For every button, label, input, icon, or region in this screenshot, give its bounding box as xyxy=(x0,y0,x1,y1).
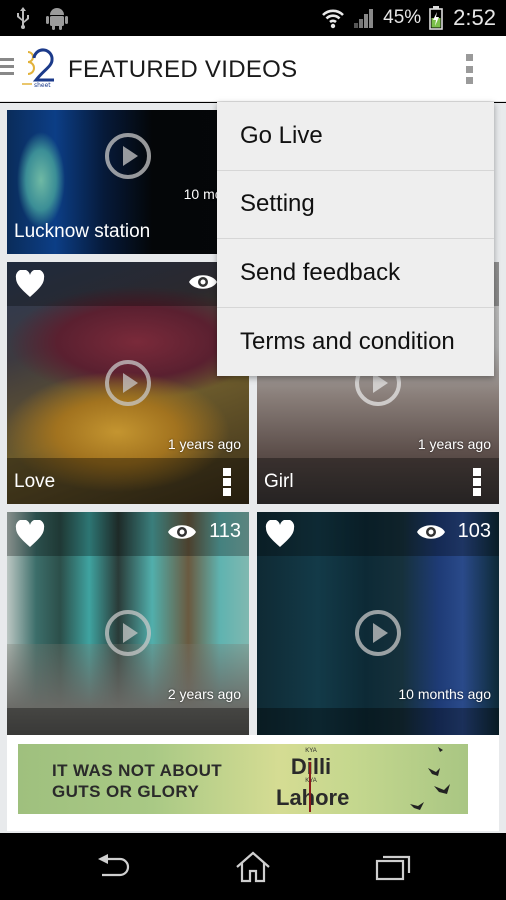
ad-movie-logo: KYA Dilli KYA Lahore xyxy=(276,748,350,812)
view-count: 103 xyxy=(416,520,491,543)
app-logo[interactable]: sheet xyxy=(18,48,62,92)
play-icon[interactable] xyxy=(354,609,402,657)
video-card[interactable]: 113 2 years ago Dfd xyxy=(7,512,249,754)
video-title: Girl xyxy=(264,471,294,492)
status-bar: 45% 2:52 xyxy=(0,0,506,36)
view-count-value: 103 xyxy=(457,520,491,542)
eye-icon xyxy=(416,524,445,539)
heart-icon[interactable] xyxy=(265,520,295,548)
play-icon[interactable] xyxy=(104,609,152,657)
ad-banner[interactable]: IT WAS NOT ABOUT GUTS OR GLORY KYA Dilli… xyxy=(18,744,468,814)
video-title: Love xyxy=(14,471,56,492)
android-icon xyxy=(46,8,68,30)
back-icon[interactable] xyxy=(94,851,134,883)
overflow-menu-icon xyxy=(465,54,473,61)
video-card[interactable]: 1 1 years ago Love xyxy=(7,262,249,504)
menu-item-go-live[interactable]: Go Live xyxy=(217,102,494,171)
wifi-icon xyxy=(322,9,345,29)
video-options-button[interactable] xyxy=(473,468,481,496)
video-age: 10 months ago xyxy=(398,686,491,702)
ad-tagline: IT WAS NOT ABOUT GUTS OR GLORY xyxy=(52,761,223,801)
video-title: Lucknow station xyxy=(14,221,151,242)
hamburger-icon[interactable] xyxy=(0,58,14,78)
video-card[interactable]: 10 months Lucknow station xyxy=(7,110,249,254)
view-count-value: 113 xyxy=(209,520,241,542)
play-icon[interactable] xyxy=(104,132,152,180)
page-title: FEATURED VIDEOS xyxy=(68,56,298,83)
birds-graphic xyxy=(410,747,450,810)
home-icon[interactable] xyxy=(233,851,273,883)
battery-charging-icon xyxy=(429,6,443,30)
recents-icon[interactable] xyxy=(374,851,414,883)
video-age: 1 years ago xyxy=(417,436,491,452)
video-card[interactable]: 103 10 months ago Lucknow xyxy=(257,512,499,754)
overflow-popup-menu: Go Live Setting Send feedback Terms and … xyxy=(217,102,494,376)
eye-icon xyxy=(168,524,197,539)
menu-item-setting[interactable]: Setting xyxy=(217,171,494,239)
eye-icon xyxy=(188,274,217,289)
signal-icon xyxy=(354,9,374,28)
system-nav-bar xyxy=(0,833,506,900)
clock: 2:52 xyxy=(453,5,496,30)
overflow-menu-button[interactable] xyxy=(462,54,476,84)
usb-icon xyxy=(17,7,29,29)
view-count: 113 xyxy=(167,520,241,543)
video-age: 1 years ago xyxy=(167,436,241,452)
video-options-button[interactable] xyxy=(223,468,231,496)
menu-item-send-feedback[interactable]: Send feedback xyxy=(217,239,494,308)
heart-icon[interactable] xyxy=(15,270,45,298)
svg-text:sheet: sheet xyxy=(34,82,51,89)
heart-icon[interactable] xyxy=(15,520,45,548)
app-bar: sheet FEATURED VIDEOS xyxy=(0,36,506,102)
video-age: 2 years ago xyxy=(167,686,241,702)
play-icon[interactable] xyxy=(104,359,152,407)
battery-percent: 45% xyxy=(383,7,422,28)
ad-container: IT WAS NOT ABOUT GUTS OR GLORY KYA Dilli… xyxy=(7,735,499,831)
menu-item-terms[interactable]: Terms and condition xyxy=(217,308,494,377)
